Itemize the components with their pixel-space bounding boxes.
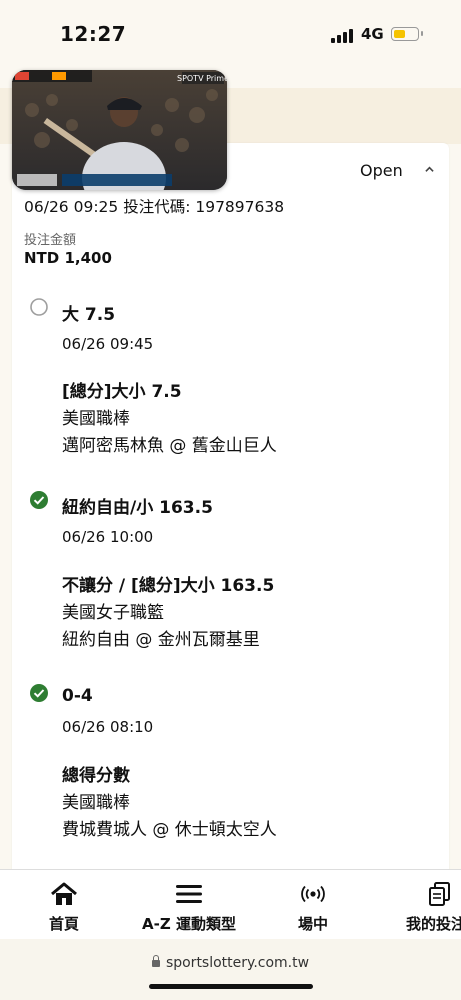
home-indicator[interactable]	[149, 984, 313, 989]
amount-label: 投注金額	[24, 233, 77, 248]
selection-match: 紐約自由 @ 金州瓦爾基里	[62, 630, 260, 650]
status-bar: 12:27 4G	[0, 0, 461, 70]
video-frame: SPOTV Prime	[12, 70, 227, 190]
selection-match: 費城費城人 @ 休士頓太空人	[62, 820, 277, 840]
selection-time: 06/26 09:45	[62, 335, 154, 353]
selection-time: 06/26 08:10	[62, 718, 154, 736]
url-text: sportslottery.com.tw	[165, 955, 310, 971]
selection-league: 美國女子職籃	[62, 603, 164, 623]
copy-icon	[429, 882, 450, 906]
network-type: 4G	[361, 25, 384, 43]
nav-item-live[interactable]: 場中	[283, 870, 343, 940]
broadcaster-logo: SPOTV Prime	[177, 74, 227, 83]
bottom-nav: 首頁 A-Z 運動類型 場中 我的投注	[0, 869, 461, 940]
check-circle-icon	[30, 491, 48, 509]
selection-time: 06/26 10:00	[62, 528, 154, 546]
battery-icon	[391, 27, 423, 41]
signal-icon	[331, 29, 355, 43]
selection-match: 邁阿密馬林魚 @ 舊金山巨人	[62, 436, 277, 456]
nav-label: A-Z 運動類型	[142, 915, 236, 933]
live-broadcast-icon	[301, 885, 325, 903]
chevron-up-icon[interactable]	[425, 165, 434, 174]
check-circle-icon	[30, 684, 48, 702]
home-icon	[51, 882, 77, 905]
selection-league: 美國職棒	[62, 793, 130, 813]
selection-pick: 大 7.5	[62, 305, 116, 325]
selection-market: 不讓分 / [總分]大小 163.5	[62, 576, 275, 596]
nav-label: 我的投注	[406, 915, 461, 933]
selection-pick: 紐約自由/小 163.5	[62, 498, 213, 518]
nav-item-home[interactable]: 首頁	[32, 870, 96, 940]
menu-icon	[176, 885, 202, 903]
amount-value: NTD 1,400	[24, 249, 112, 267]
status-time: 12:27	[60, 22, 127, 46]
nav-item-my-bets[interactable]: 我的投注	[398, 870, 461, 940]
browser-url-bar[interactable]: sportslottery.com.tw	[0, 939, 461, 1000]
bet-meta: 06/26 09:25 投注代碼: 197897638	[24, 198, 285, 216]
nav-label: 場中	[297, 915, 328, 933]
nav-label: 首頁	[48, 915, 79, 933]
pending-circle-icon	[30, 298, 48, 316]
bet-status-label: Open	[360, 161, 403, 180]
selection-market: 總得分數	[62, 766, 130, 786]
selection-league: 美國職棒	[62, 409, 130, 429]
selection-pick: 0-4	[62, 686, 93, 706]
video-player[interactable]: SPOTV Prime	[12, 70, 227, 190]
lock-icon	[151, 955, 160, 967]
nav-item-az-sports[interactable]: A-Z 運動類型	[134, 870, 244, 940]
selection-market: [總分]大小 7.5	[62, 382, 182, 402]
